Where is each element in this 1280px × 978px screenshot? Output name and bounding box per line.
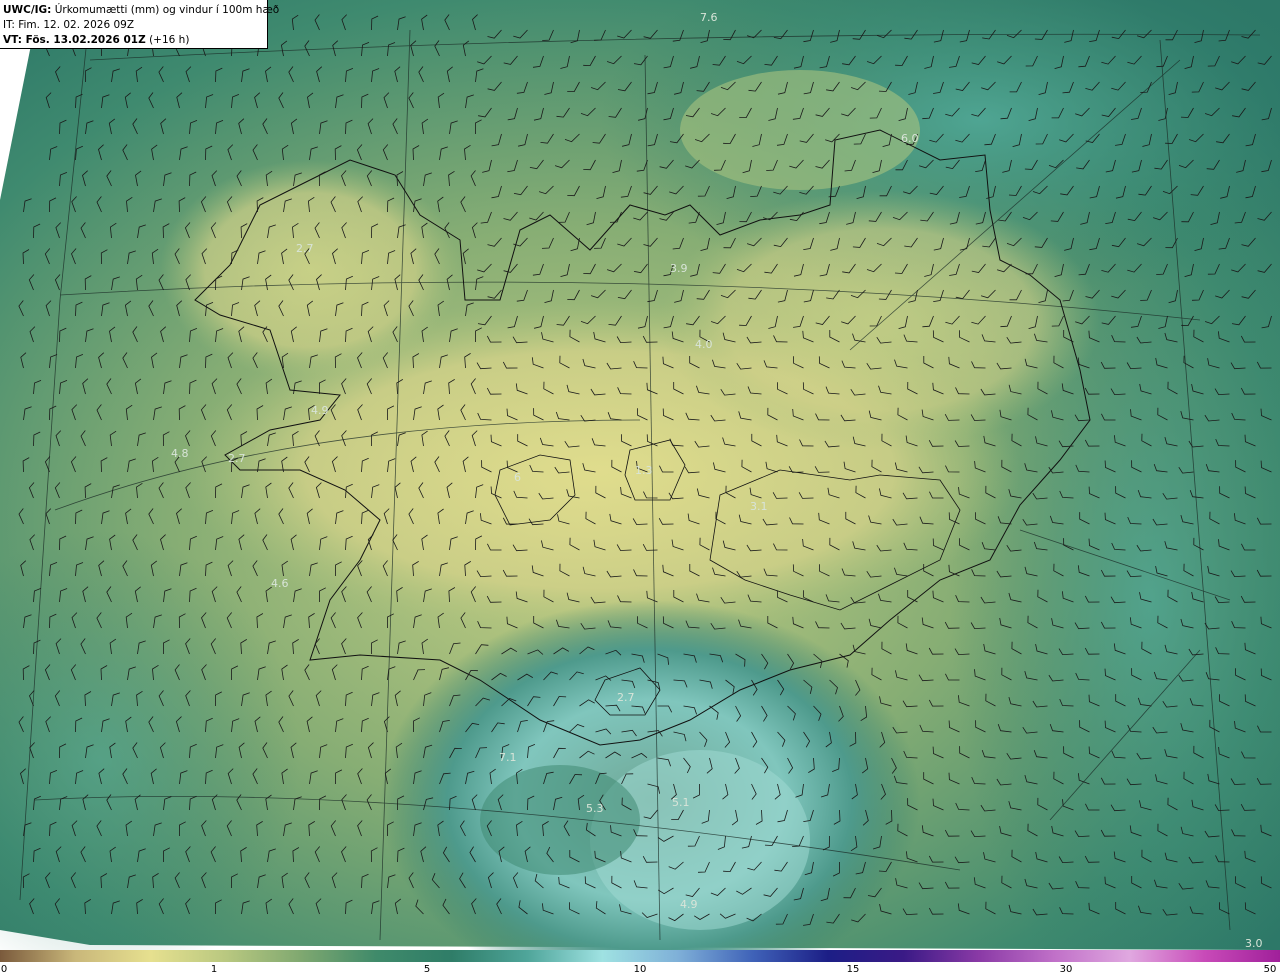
colorbar-strip (0, 950, 1280, 962)
map-value: 4.6 (271, 577, 289, 590)
map-value: 6.0 (901, 132, 919, 145)
map-value: 3.0 (1245, 937, 1263, 950)
map-value: 4.8 (171, 447, 189, 460)
map-value: 5.1 (672, 796, 690, 809)
colorbar-tick: 5 (423, 964, 431, 975)
initial-time: IT: Fim. 12. 02. 2026 09Z (3, 19, 135, 31)
map-value: 6 (514, 471, 521, 484)
valid-time: VT: Fös. 13.02.2026 01Z (+16 h) (3, 34, 190, 46)
colorbar-legend: 0 1 5 10 15 30 50 (0, 950, 1280, 978)
map-value: 2.7 (617, 691, 635, 704)
map-value: 5.3 (586, 802, 604, 815)
colorbar-tick: 1 (210, 964, 218, 975)
colorbar-tick: 50 (1263, 964, 1277, 975)
map-value: 2.7 (228, 452, 246, 465)
map-value: 7.1 (499, 751, 517, 764)
map-value: 7.6 (700, 11, 718, 24)
map-info-box: UWC/IG: Úrkomumætti (mm) og vindur í 100… (0, 0, 280, 49)
map-value: 4.9 (311, 404, 329, 417)
weather-map: 7.6 6.0 2.7 3.9 4.0 4.9 4.8 2.7 6 1.3 3.… (0, 0, 1280, 950)
colorbar-tick: 30 (1059, 964, 1073, 975)
map-value: 3.1 (750, 500, 768, 513)
colorbar-tick: 10 (633, 964, 647, 975)
colorbar-tick: 15 (846, 964, 860, 975)
map-value: 4.0 (695, 338, 713, 351)
map-value: 1.3 (635, 464, 653, 477)
map-value: 2.7 (296, 242, 314, 255)
product-title: UWC/IG: Úrkomumætti (mm) og vindur í 100… (3, 4, 280, 16)
map-value: 4.9 (680, 898, 698, 911)
map-value: 3.9 (670, 262, 688, 275)
colorbar-tick: 0 (0, 964, 8, 975)
